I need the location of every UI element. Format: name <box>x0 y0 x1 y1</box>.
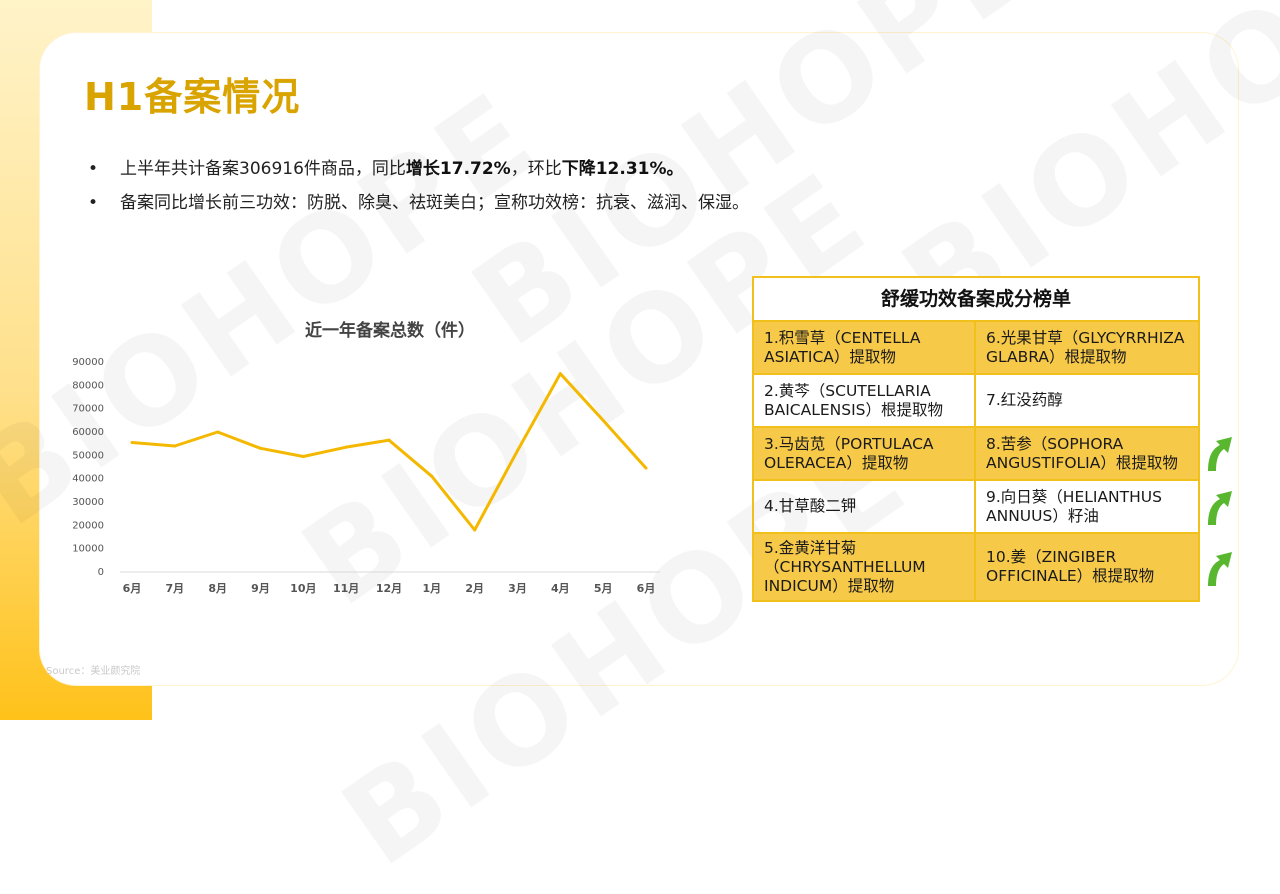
green-up-arrow-icon <box>1208 552 1232 586</box>
table-cell: 9.向日葵（HELIANTHUS ANNUUS）籽油 <box>986 487 1162 525</box>
y-tick-label: 80000 <box>72 380 104 391</box>
y-tick-label: 70000 <box>72 404 104 415</box>
data-point <box>473 528 477 532</box>
data-point <box>558 372 562 376</box>
bullet-item: • 备案同比增长前三功效：防脱、除臭、祛斑美白；宣称功效榜：抗衰、滋润、保湿。 <box>88 186 749 220</box>
green-up-arrow-icon <box>1208 437 1232 471</box>
bullet-dot: • <box>88 159 99 179</box>
x-tick-label: 5月 <box>594 582 613 595</box>
x-tick-label: 1月 <box>423 582 442 595</box>
x-tick-label: 6月 <box>637 582 656 595</box>
data-point <box>344 445 348 449</box>
table-cell: 5.金黄洋甘菊（CHRYSANTHELLUM INDICUM）提取物 <box>754 534 976 600</box>
summary-bullets: • 上半年共计备案306916件商品，同比增长17.72%，环比下降12.31%… <box>88 152 749 220</box>
x-tick-label: 6月 <box>123 582 142 595</box>
y-tick-label: 90000 <box>72 357 104 368</box>
x-tick-label: 10月 <box>290 582 316 595</box>
table-row: 2.黄芩（SCUTELLARIA BAICALENSIS）根提取物 7.红没药醇 <box>754 375 1198 428</box>
bullet-item: • 上半年共计备案306916件商品，同比增长17.72%，环比下降12.31%… <box>88 152 749 186</box>
table-cell: 10.姜（ZINGIBER OFFICINALE）根提取物 <box>986 548 1155 585</box>
y-tick-label: 10000 <box>72 544 104 555</box>
table-cell: 3.马齿苋（PORTULACA OLERACEA）提取物 <box>754 428 976 479</box>
x-tick-label: 11月 <box>333 582 359 595</box>
series-line <box>131 372 648 532</box>
bullet-text: 备案同比增长前三功效：防脱、除臭、祛斑美白；宣称功效榜：抗衰、滋润、保湿。 <box>120 193 749 213</box>
data-point <box>216 430 220 434</box>
x-tick-label: 7月 <box>166 582 185 595</box>
bullet-dot: • <box>88 193 99 213</box>
table-cell: 6.光果甘草（GLYCYRRHIZA GLABRA）根提取物 <box>986 328 1185 366</box>
data-point <box>644 466 648 470</box>
table-cell: 7.红没药醇 <box>986 391 1063 409</box>
table-cell: 1.积雪草（CENTELLA ASIATICA）提取物 <box>754 322 976 373</box>
table-cell: 2.黄芩（SCUTELLARIA BAICALENSIS）根提取物 <box>754 375 976 426</box>
x-tick-label: 12月 <box>376 582 402 595</box>
data-point <box>516 449 519 453</box>
data-point <box>601 418 605 422</box>
y-tick-label: 0 <box>98 567 104 578</box>
data-point <box>173 444 177 448</box>
table-cell: 4.甘草酸二钾 <box>754 481 976 532</box>
y-tick-label: 60000 <box>72 427 104 438</box>
x-tick-label: 8月 <box>208 582 227 595</box>
green-up-arrow-icon <box>1208 491 1232 525</box>
data-point <box>259 446 262 450</box>
bullet-text: 上半年共计备案306916件商品，同比增长17.72%，环比下降12.31%。 <box>120 159 684 179</box>
source-note: Source：美业颜究院 <box>46 666 141 677</box>
data-point <box>301 455 305 458</box>
x-tick-label: 2月 <box>465 582 484 595</box>
x-tick-label: 3月 <box>508 582 527 595</box>
table-row: 3.马齿苋（PORTULACA OLERACEA）提取物 8.苦参（SOPHOR… <box>754 428 1198 481</box>
table-row: 1.积雪草（CENTELLA ASIATICA）提取物 6.光果甘草（GLYCY… <box>754 322 1198 375</box>
page-title: H1备案情况 <box>84 75 301 119</box>
ingredient-ranking-table: 舒缓功效备案成分榜单 1.积雪草（CENTELLA ASIATICA）提取物 6… <box>752 276 1200 602</box>
y-tick-label: 30000 <box>72 497 104 508</box>
data-point <box>130 441 134 444</box>
chart-title: 近一年备案总数（件） <box>305 321 475 341</box>
y-tick-label: 40000 <box>72 474 104 485</box>
data-point <box>387 438 391 442</box>
y-tick-label: 50000 <box>72 450 104 461</box>
data-point <box>430 474 434 478</box>
x-tick-label: 9月 <box>251 582 270 595</box>
table-row: 4.甘草酸二钾 9.向日葵（HELIANTHUS ANNUUS）籽油 <box>754 481 1198 534</box>
table-row: 5.金黄洋甘菊（CHRYSANTHELLUM INDICUM）提取物 10.姜（… <box>754 534 1198 600</box>
y-tick-label: 20000 <box>72 520 104 531</box>
line-chart: 0 10000 20000 30000 40000 50000 60000 70000 8000… <box>72 357 660 595</box>
x-tick-label: 4月 <box>551 582 570 595</box>
table-cell: 8.苦参（SOPHORA ANGUSTIFOLIA）根提取物 <box>986 434 1178 472</box>
table-title: 舒缓功效备案成分榜单 <box>754 278 1198 322</box>
